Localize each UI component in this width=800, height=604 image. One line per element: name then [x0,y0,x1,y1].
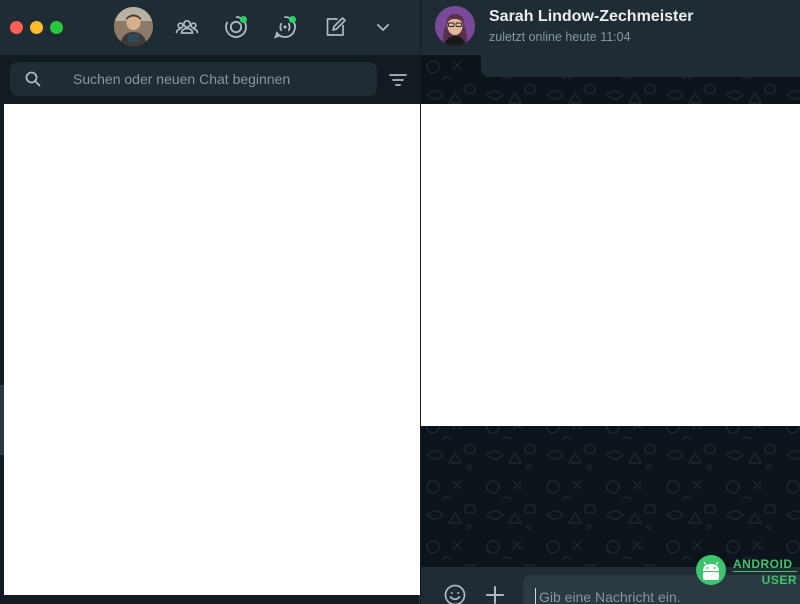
search-input[interactable] [73,62,373,96]
watermark-line2: USER [733,571,797,587]
messages-redacted-area [421,104,800,426]
channels-icon[interactable] [271,13,299,41]
conversation-pane: Sarah Lindow-Zechmeister zuletzt online … [421,0,800,604]
window-minimize-button[interactable] [30,21,43,34]
text-caret [535,588,536,604]
chevron-down-icon[interactable] [369,13,397,41]
search-box [10,62,377,96]
message-input-placeholder: Gib eine Nachricht ein. [539,589,681,604]
contact-avatar[interactable] [435,6,475,46]
android-user-watermark: ANDROID USER [696,554,800,590]
android-logo-icon [696,555,726,585]
status-unread-dot [240,16,247,23]
plus-icon[interactable] [483,583,507,604]
communities-icon[interactable] [173,13,201,41]
sidebar-header [0,0,420,55]
search-icon [25,71,41,87]
filter-icon[interactable] [388,72,408,88]
contact-name: Sarah Lindow-Zechmeister [489,8,694,25]
window-close-button[interactable] [10,21,23,34]
conversation-header[interactable]: Sarah Lindow-Zechmeister zuletzt online … [421,0,800,55]
status-icon[interactable] [222,13,250,41]
chat-list-redacted-area [4,104,420,595]
emoji-icon[interactable] [443,583,467,604]
message-bubble [481,55,800,77]
watermark-line1: ANDROID [733,557,793,571]
channels-unread-dot [289,16,296,23]
new-chat-icon[interactable] [321,13,349,41]
contact-last-seen: zuletzt online heute 11:04 [489,30,631,44]
my-profile-avatar[interactable] [114,7,153,46]
search-row [0,55,420,104]
window-zoom-button[interactable] [50,21,63,34]
chat-list-pane [0,0,420,604]
